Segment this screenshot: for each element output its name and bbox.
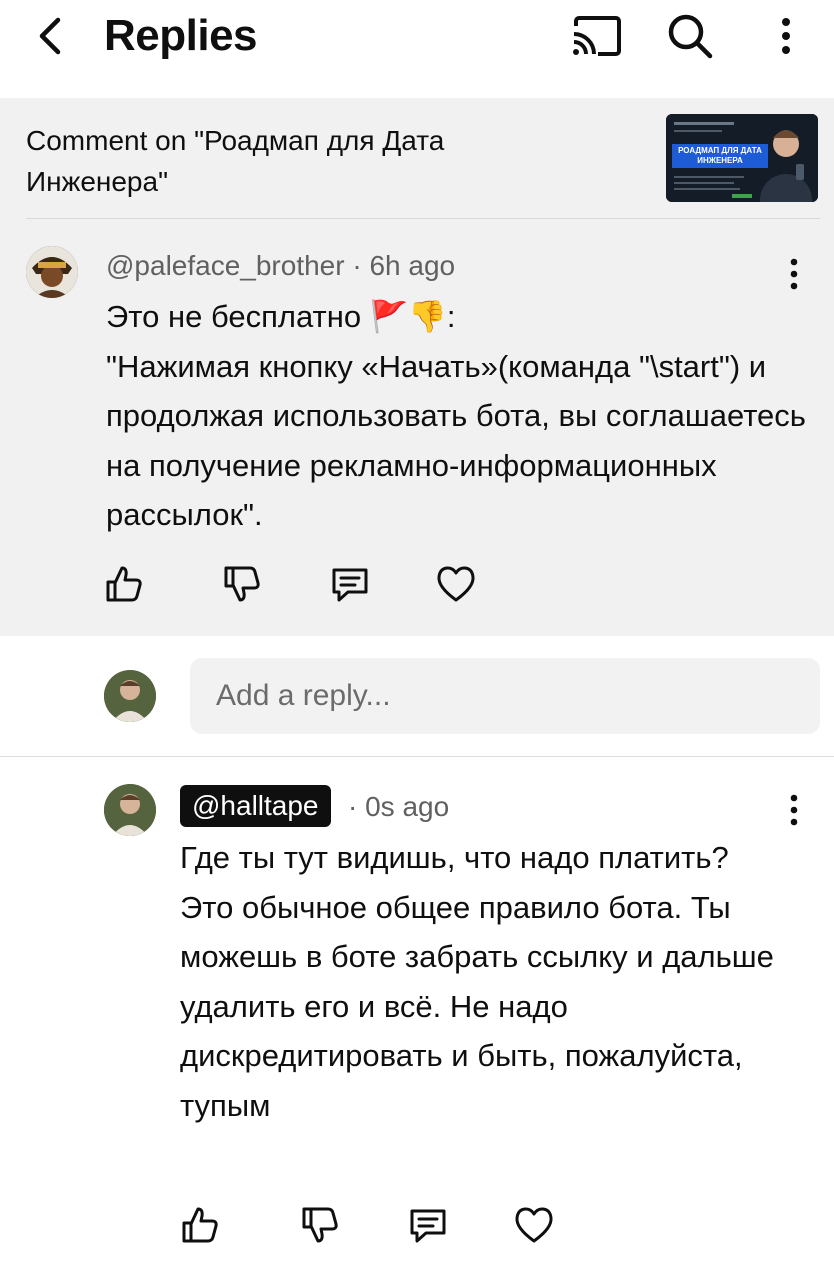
dislike-icon[interactable] xyxy=(220,562,264,606)
more-vert-icon[interactable] xyxy=(770,10,802,62)
reply-time: 0s ago xyxy=(365,791,450,822)
thumbnail-title: РОАДМАП ДЛЯ ДАТА ИНЖЕНЕРА xyxy=(672,144,768,168)
search-icon[interactable] xyxy=(664,10,716,62)
back-arrow-icon[interactable] xyxy=(28,12,76,60)
page-title: Replies xyxy=(104,11,258,60)
reply-actions xyxy=(178,1203,558,1253)
comment-text: Это не бесплатно 🚩👎: "Нажимая кнопку «Нач… xyxy=(106,292,806,540)
reply-text: Где ты тут видишь, что надо платить? Это… xyxy=(180,840,774,1123)
divider xyxy=(26,218,820,219)
reply-icon[interactable] xyxy=(406,1203,450,1247)
reply-icon[interactable] xyxy=(328,562,372,606)
comment-more-icon[interactable] xyxy=(780,254,808,294)
video-context-label[interactable]: Comment on "Роадмап для Дата Инженера" xyxy=(26,120,586,202)
heart-icon[interactable] xyxy=(512,1203,556,1247)
comment-time: 6h ago xyxy=(369,250,456,281)
reply-more-icon[interactable] xyxy=(780,790,808,830)
reply-author-badge[interactable]: @halltape xyxy=(180,785,331,827)
dislike-icon[interactable] xyxy=(298,1203,342,1247)
avatar[interactable] xyxy=(104,670,156,722)
comment-meta: @paleface_brother · 6h ago xyxy=(106,248,455,284)
avatar[interactable] xyxy=(104,784,156,836)
reply-input[interactable] xyxy=(190,658,820,734)
avatar[interactable] xyxy=(26,246,78,298)
cast-icon[interactable] xyxy=(568,12,624,60)
separator-dot: · xyxy=(348,791,366,822)
like-icon[interactable] xyxy=(178,1203,222,1247)
comment-text-line1: Это не бесплатно 🚩👎: xyxy=(106,299,456,334)
comment-actions xyxy=(102,562,482,612)
top-bar: Replies xyxy=(0,0,834,98)
video-thumbnail[interactable]: РОАДМАП ДЛЯ ДАТА ИНЖЕНЕРА xyxy=(666,114,818,202)
reply-meta: · 0s ago xyxy=(348,789,449,825)
comment-text-rest: "Нажимая кнопку «Начать»(команда "\start… xyxy=(106,348,806,533)
like-icon[interactable] xyxy=(102,562,146,606)
divider xyxy=(0,756,834,757)
separator-dot: · xyxy=(352,250,370,281)
comment-author[interactable]: @paleface_brother xyxy=(106,250,345,281)
heart-icon[interactable] xyxy=(434,562,478,606)
